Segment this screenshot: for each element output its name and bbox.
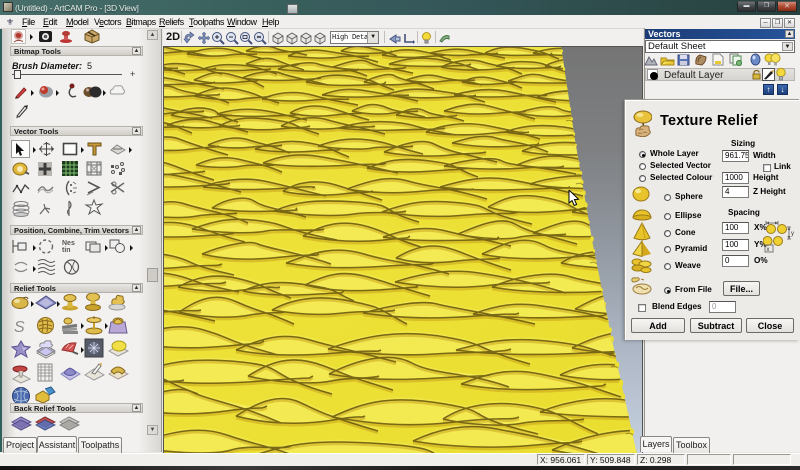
svg-text:tin: tin bbox=[62, 247, 71, 254]
svg-text:Nes: Nes bbox=[62, 240, 75, 247]
svg-text:y: y bbox=[791, 231, 794, 237]
svg-text:S: S bbox=[14, 319, 25, 335]
svg-text:x: x bbox=[767, 247, 770, 253]
